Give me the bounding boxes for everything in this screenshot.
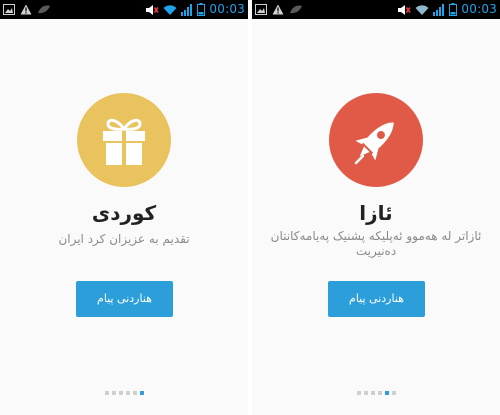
wifi-icon <box>163 4 177 15</box>
app-root: 00:03 کوردی تقدیم به عزیزان کرد ایران هن… <box>0 0 500 415</box>
page-dot[interactable] <box>132 391 137 395</box>
leaf-notification-icon <box>38 5 50 14</box>
feature-title: کوردی <box>91 201 157 225</box>
battery-icon <box>197 3 206 16</box>
page-dot[interactable] <box>370 391 375 395</box>
notification-icons <box>255 2 303 17</box>
clock: 00:03 <box>209 2 245 16</box>
page-dot[interactable] <box>356 391 361 395</box>
intro-page: کوردی تقدیم به عزیزان کرد ایران هناردنی … <box>0 19 248 415</box>
status-bar: 00:03 <box>252 0 500 19</box>
signal-icon <box>181 3 193 16</box>
page-indicator <box>252 390 500 396</box>
system-icons: 00:03 <box>397 0 497 19</box>
image-notification-icon <box>255 4 267 15</box>
page-dot[interactable] <box>377 391 382 395</box>
page-indicator <box>0 390 248 396</box>
send-message-button[interactable]: هناردنی پیام <box>328 281 425 317</box>
feature-description: ئازاتر لە هەموو ئەپلیکە پشنیک پەیامەکانت… <box>270 229 482 258</box>
screen-kurdish: 00:03 کوردی تقدیم به عزیزان کرد ایران هن… <box>0 0 248 415</box>
page-dot[interactable] <box>118 391 123 395</box>
page-dot[interactable] <box>363 391 368 395</box>
send-message-button[interactable]: هناردنی پیام <box>76 281 173 317</box>
wifi-icon <box>415 4 429 15</box>
screen-azad: 00:03 ئازا ئازاتر لە هەموو ئەپلیکە پشنیک… <box>252 0 500 415</box>
volume-muted-icon <box>146 4 160 15</box>
notification-icons <box>3 2 51 17</box>
feature-description: تقدیم به عزیزان کرد ایران <box>58 232 190 246</box>
warning-icon <box>20 4 32 15</box>
page-dot[interactable] <box>104 391 109 395</box>
volume-muted-icon <box>398 4 412 15</box>
feature-badge <box>329 93 423 187</box>
status-bar: 00:03 <box>0 0 248 19</box>
feature-title: ئازا <box>359 201 393 225</box>
signal-icon <box>433 3 445 16</box>
rocket-icon <box>354 122 394 165</box>
feature-badge <box>77 93 171 187</box>
page-dot[interactable] <box>125 391 130 395</box>
gift-icon <box>103 118 145 165</box>
page-dot-active[interactable] <box>139 391 144 395</box>
page-dot[interactable] <box>391 391 396 395</box>
leaf-notification-icon <box>290 5 302 14</box>
battery-icon <box>449 3 458 16</box>
system-icons: 00:03 <box>145 0 245 19</box>
warning-icon <box>272 4 284 15</box>
clock: 00:03 <box>461 2 497 16</box>
intro-page: ئازا ئازاتر لە هەموو ئەپلیکە پشنیک پەیام… <box>252 19 500 415</box>
page-dot[interactable] <box>111 391 116 395</box>
image-notification-icon <box>3 4 15 15</box>
page-dot-active[interactable] <box>384 391 389 395</box>
